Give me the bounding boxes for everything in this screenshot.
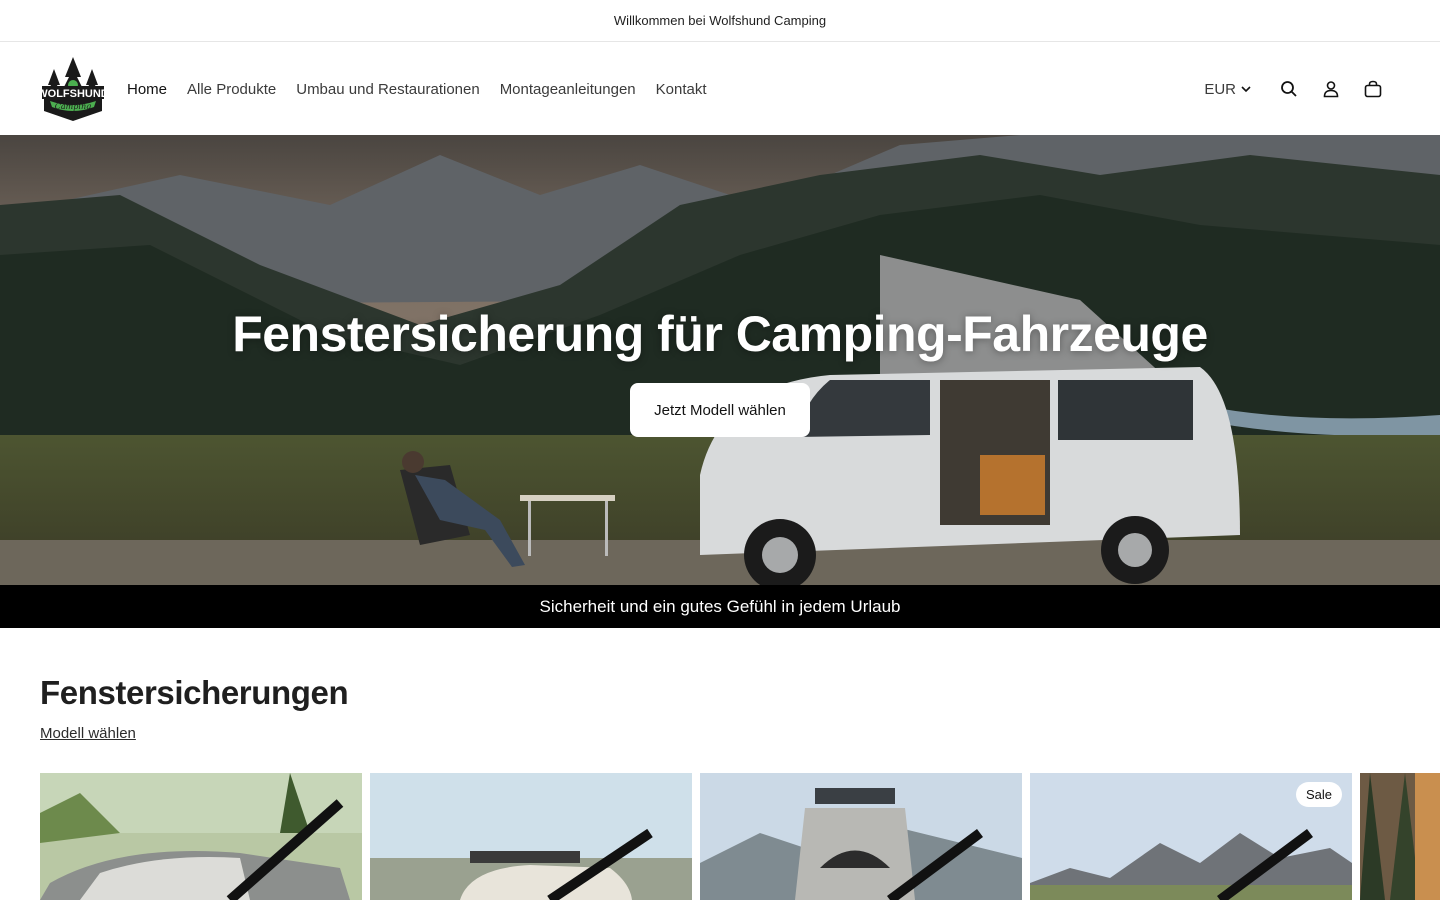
sale-badge: Sale <box>1295 782 1342 807</box>
choose-model-link[interactable]: Modell wählen <box>40 725 136 742</box>
search-icon <box>1281 81 1297 97</box>
product-card[interactable]: Sale <box>1030 773 1352 900</box>
announcement-bar: Willkommen bei Wolfshund Camping <box>0 0 1440 42</box>
tagline-bar: Sicherheit und ein gutes Gefühl in jedem… <box>0 585 1440 628</box>
product-card[interactable] <box>40 773 362 900</box>
collection-title: Fenstersicherungen <box>40 674 349 711</box>
chevron-down-icon <box>1241 86 1251 93</box>
nav-home[interactable]: Home <box>117 81 177 98</box>
search-button[interactable] <box>1268 68 1310 110</box>
product-image <box>700 773 1022 900</box>
product-card[interactable] <box>700 773 1022 900</box>
choose-model-button[interactable]: Jetzt Modell wählen <box>630 383 810 437</box>
product-carousel: Sale <box>40 773 1440 900</box>
site-header: WOLFSHUND Camping Home Alle Produkte Umb… <box>0 43 1440 135</box>
account-button[interactable] <box>1310 68 1352 110</box>
main-nav: Home Alle Produkte Umbau und Restauratio… <box>117 43 717 135</box>
site-logo[interactable]: WOLFSHUND Camping <box>37 55 109 123</box>
header-actions: EUR <box>1204 43 1394 135</box>
product-card[interactable] <box>370 773 692 900</box>
hero-banner: Fenstersicherung für Camping-Fahrzeuge J… <box>0 135 1440 585</box>
currency-label: EUR <box>1204 80 1236 98</box>
cart-icon <box>1364 80 1382 98</box>
account-icon <box>1323 81 1339 98</box>
nav-all-products[interactable]: Alle Produkte <box>177 81 286 98</box>
product-card[interactable] <box>1360 773 1440 900</box>
tagline-text: Sicherheit und ein gutes Gefühl in jedem… <box>539 596 901 616</box>
nav-contact[interactable]: Kontakt <box>646 81 717 98</box>
svg-text:Camping: Camping <box>55 102 91 111</box>
currency-selector[interactable]: EUR <box>1204 81 1252 98</box>
announcement-text: Willkommen bei Wolfshund Camping <box>613 13 827 28</box>
product-image <box>40 773 362 900</box>
hero-title: Fenstersicherung für Camping-Fahrzeuge <box>232 306 1208 362</box>
product-image <box>370 773 692 900</box>
logo-graphic: WOLFSHUND Camping <box>37 57 109 121</box>
nav-instructions[interactable]: Montageanleitungen <box>490 81 646 98</box>
nav-conversions[interactable]: Umbau und Restaurationen <box>286 81 489 98</box>
product-image <box>1360 773 1440 900</box>
cart-button[interactable] <box>1352 68 1394 110</box>
svg-text:WOLFSHUND: WOLFSHUND <box>40 88 106 100</box>
